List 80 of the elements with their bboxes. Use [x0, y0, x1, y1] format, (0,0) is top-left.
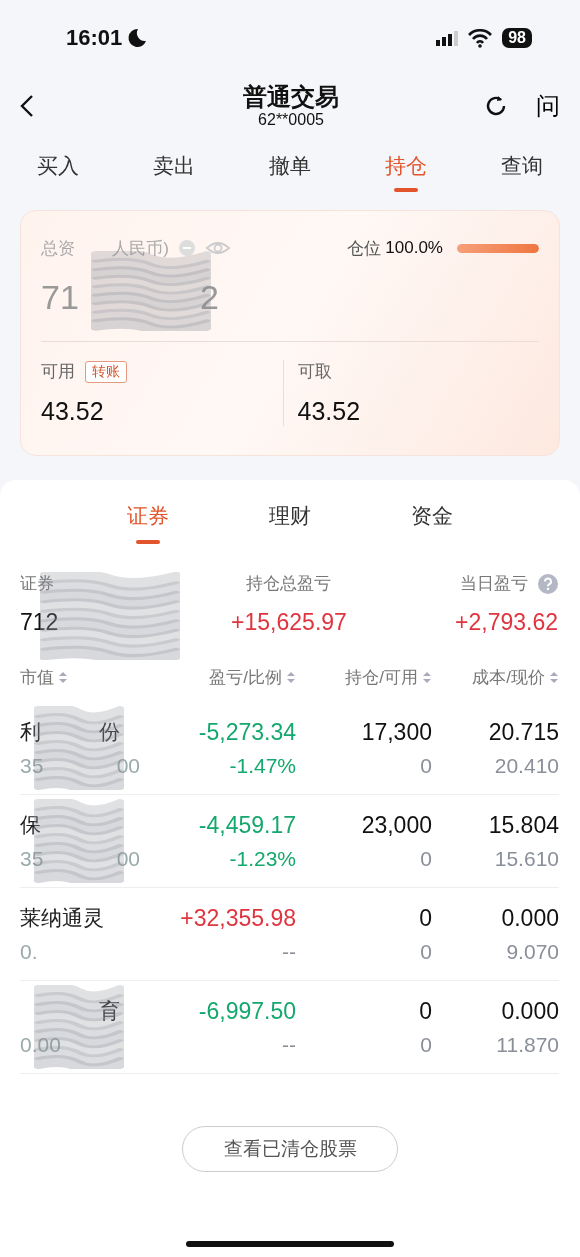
stock-name: 份 — [99, 719, 120, 745]
pnl-ratio: -- — [281, 1032, 296, 1057]
holding-quantity: 17,300 — [360, 718, 432, 746]
total-pnl-label: 持仓总盈亏 — [246, 573, 332, 595]
market-value: 00 — [116, 847, 140, 871]
tab[interactable]: 查询 — [464, 136, 580, 196]
available-label: 可用 — [41, 361, 75, 383]
market-value: 35 — [20, 754, 44, 778]
tab[interactable]: 卖出 — [116, 136, 232, 196]
daily-pnl-value: +2,793.62 — [455, 609, 558, 636]
stock-name: 利 — [20, 719, 41, 745]
pnl-value: -5,273.34 — [197, 718, 296, 746]
available-quantity: 0 — [419, 753, 432, 778]
holding-quantity: 0 — [418, 997, 432, 1025]
tab[interactable]: 资金 — [403, 502, 461, 552]
column-header[interactable]: 持仓/可用 — [345, 665, 418, 689]
holding-quantity: 0 — [418, 904, 432, 932]
total-assets-label: 总资 — [41, 237, 75, 260]
market-value: 35 — [20, 847, 44, 871]
total-assets-label: 人民币) — [112, 237, 169, 260]
help-icon[interactable] — [538, 573, 558, 594]
available-quantity: 0 — [419, 846, 432, 871]
sort-icon[interactable] — [422, 670, 432, 684]
available-quantity: 0 — [419, 1032, 432, 1057]
column-header[interactable]: 盈亏/比例 — [209, 665, 282, 689]
securities-value: 712 — [20, 609, 59, 636]
pnl-value: -4,459.17 — [197, 811, 296, 839]
sort-icon[interactable] — [58, 670, 68, 684]
status-time: 16:01 — [66, 25, 123, 51]
wifi-icon — [468, 28, 493, 48]
withdrawable-amount: 43.52 — [297, 397, 362, 426]
market-value: 00 — [116, 754, 140, 778]
cost-price: 0.000 — [500, 904, 559, 932]
cleared-stocks-button[interactable]: 查看已清仓股票 — [182, 1126, 398, 1172]
sort-icon[interactable] — [286, 670, 296, 684]
tab[interactable]: 持仓 — [348, 136, 464, 196]
available-amount: 43.52 — [41, 397, 105, 426]
stock-name: 育 — [99, 998, 120, 1024]
column-header[interactable]: 市值 — [20, 665, 54, 689]
column-header[interactable]: 成本/现价 — [472, 665, 545, 689]
cost-price: 15.804 — [487, 811, 559, 839]
current-price: 20.410 — [493, 753, 559, 778]
position-label: 仓位 — [347, 237, 382, 260]
tab[interactable]: 理财 — [261, 502, 319, 552]
holding-quantity: 23,000 — [360, 811, 432, 839]
securities-label: 证券 — [20, 573, 54, 595]
total-pnl-value: +15,625.97 — [231, 609, 347, 636]
pnl-value: +32,355.98 — [179, 904, 296, 932]
market-value: 0. — [20, 940, 38, 964]
signal-icon — [436, 30, 459, 46]
tab[interactable]: 证券 — [119, 502, 177, 552]
stock-name: 莱纳通灵 — [20, 905, 104, 931]
account-number: 62**0005 — [257, 111, 325, 129]
market-value: 0.00 — [20, 1033, 61, 1057]
transfer-button[interactable]: 转账 — [85, 360, 127, 383]
cost-price: 0.000 — [500, 997, 559, 1025]
battery-indicator: 98 — [502, 28, 532, 48]
total-assets-value: 71 — [41, 277, 79, 317]
refresh-icon[interactable] — [484, 94, 508, 118]
pnl-ratio: -1.47% — [228, 753, 296, 778]
tab[interactable]: 买入 — [0, 136, 116, 196]
total-assets-value: 2 — [200, 277, 219, 317]
tab[interactable]: 撤单 — [232, 136, 348, 196]
daily-pnl-label: 当日盈亏 — [460, 573, 528, 595]
info-icon — [177, 238, 197, 258]
help-button[interactable]: 问 — [536, 90, 560, 122]
moon-icon — [126, 27, 149, 49]
current-price: 11.870 — [495, 1032, 559, 1057]
stock-name: 保 — [20, 812, 41, 838]
position-value: 100.0% — [385, 238, 443, 258]
pnl-ratio: -- — [281, 939, 296, 964]
withdrawable-label: 可取 — [297, 361, 332, 383]
pnl-ratio: -1.23% — [228, 846, 296, 871]
pnl-value: -6,997.50 — [197, 997, 296, 1025]
available-quantity: 0 — [419, 939, 432, 964]
page-title: 普通交易 — [243, 83, 339, 111]
cost-price: 20.715 — [487, 718, 559, 746]
current-price: 15.610 — [493, 846, 559, 871]
sort-icon[interactable] — [549, 670, 559, 684]
current-price: 9.070 — [505, 939, 559, 964]
